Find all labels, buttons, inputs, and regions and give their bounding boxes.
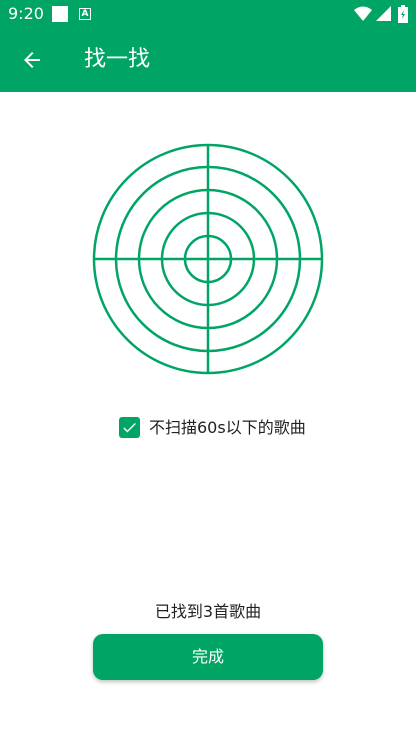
status-time: 9:20 bbox=[8, 4, 44, 23]
battery-icon bbox=[398, 5, 408, 23]
a-notification-icon: A bbox=[79, 8, 91, 20]
skip-short-songs-checkbox[interactable] bbox=[119, 417, 140, 438]
check-icon bbox=[123, 422, 136, 433]
status-bar: 9:20 A bbox=[0, 0, 416, 28]
app-toolbar: 找一找 bbox=[0, 28, 416, 92]
cell-signal-icon bbox=[376, 6, 391, 21]
done-button[interactable]: 完成 bbox=[93, 634, 323, 680]
skip-short-songs-label: 不扫描60s以下的歌曲 bbox=[149, 418, 306, 437]
page-title: 找一找 bbox=[84, 47, 151, 72]
radar-target-icon bbox=[92, 143, 324, 375]
wifi-icon bbox=[354, 6, 372, 21]
songs-found-text: 已找到3首歌曲 bbox=[154, 602, 262, 621]
arrow-left-icon[interactable] bbox=[20, 48, 44, 72]
square-notification-icon bbox=[52, 6, 68, 22]
